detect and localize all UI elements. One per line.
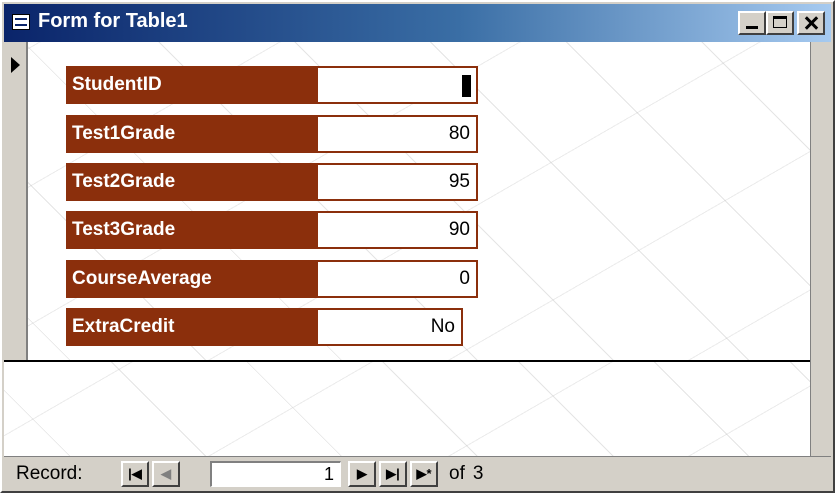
test2grade-field[interactable]: 95 xyxy=(316,163,478,201)
new-record-icon: ▶* xyxy=(416,466,432,481)
current-record-input[interactable]: 1 xyxy=(210,461,341,487)
studentid-field[interactable] xyxy=(316,66,478,104)
last-record-button[interactable]: ▶| xyxy=(379,461,407,487)
form-icon xyxy=(12,14,30,30)
courseaverage-field[interactable]: 0 xyxy=(316,260,478,298)
form-detail-section: StudentID Test1Grade 80 Test2Grade 95 Te… xyxy=(4,42,810,362)
form-window: Form for Table1 StudentID Test1Grade 80 … xyxy=(0,0,835,493)
courseaverage-label: CourseAverage xyxy=(66,260,316,298)
first-record-icon: |◀ xyxy=(128,466,142,481)
previous-record-icon: ◀ xyxy=(161,466,171,481)
previous-record-button[interactable]: ◀ xyxy=(152,461,180,487)
next-record-icon: ▶ xyxy=(357,466,367,481)
test1grade-field[interactable]: 80 xyxy=(316,115,478,153)
studentid-label: StudentID xyxy=(66,66,316,104)
close-button[interactable] xyxy=(797,11,825,35)
current-record-arrow-icon xyxy=(11,57,20,73)
new-record-button[interactable]: ▶* xyxy=(410,461,438,487)
test1grade-label: Test1Grade xyxy=(66,115,316,153)
title-bar[interactable]: Form for Table1 xyxy=(4,4,831,42)
extracredit-field[interactable]: No xyxy=(316,308,463,346)
text-cursor xyxy=(462,75,471,97)
record-selector[interactable] xyxy=(4,42,28,360)
test3grade-field[interactable]: 90 xyxy=(316,211,478,249)
test3grade-label: Test3Grade xyxy=(66,211,316,249)
record-navigation-bar: Record: |◀ ◀ 1 ▶ ▶| ▶* of 3 xyxy=(4,456,831,491)
maximize-button[interactable] xyxy=(766,11,794,35)
test2grade-label: Test2Grade xyxy=(66,163,316,201)
of-label: of xyxy=(449,463,465,484)
vertical-scrollbar[interactable] xyxy=(810,42,832,456)
window-title: Form for Table1 xyxy=(38,10,188,32)
record-label: Record: xyxy=(16,463,83,484)
form-footer-section xyxy=(4,362,810,456)
record-count: of 3 xyxy=(449,463,491,485)
first-record-button[interactable]: |◀ xyxy=(121,461,149,487)
extracredit-label: ExtraCredit xyxy=(66,308,316,346)
next-record-button[interactable]: ▶ xyxy=(348,461,376,487)
minimize-button[interactable] xyxy=(738,11,766,35)
total-records: 3 xyxy=(472,463,484,484)
last-record-icon: ▶| xyxy=(386,466,400,481)
